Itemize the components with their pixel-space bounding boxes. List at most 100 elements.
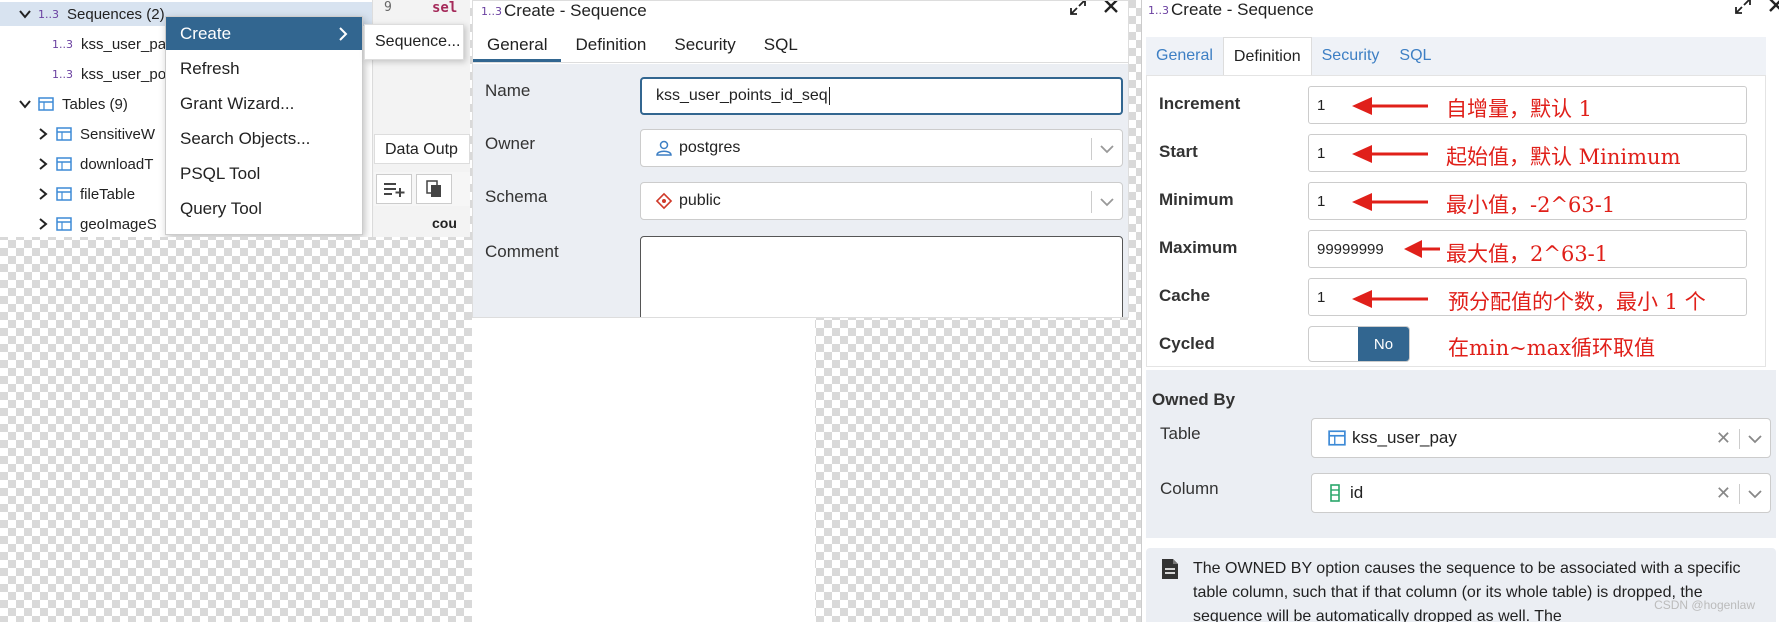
chevron-down-icon[interactable] xyxy=(1100,197,1114,207)
dialog-title: 1..3 Create - Sequence xyxy=(481,1,647,21)
owned-by-table-select[interactable]: kss_user_pay ✕ xyxy=(1311,418,1771,458)
table-icon xyxy=(56,127,72,141)
tab-label: Data Outp xyxy=(385,141,458,158)
annotation-note: 最大值，2^63-1 xyxy=(1446,242,1609,266)
menu-item-psql-tool[interactable]: PSQL Tool xyxy=(166,157,362,190)
schema-select[interactable]: public xyxy=(640,182,1123,220)
sequence-icon: 1..3 xyxy=(481,4,502,18)
annotation-arrow xyxy=(1352,145,1428,163)
tab-general[interactable]: General xyxy=(473,27,562,62)
table-label: Table xyxy=(1160,424,1201,443)
tree-item-label: SensitiveW xyxy=(80,125,156,143)
menu-item-create[interactable]: Create xyxy=(166,17,362,50)
name-input[interactable]: kss_user_points_id_seq xyxy=(640,77,1123,115)
menu-item-label: Create xyxy=(180,23,232,43)
submenu-item-sequence[interactable]: Sequence... xyxy=(364,24,464,60)
tab-security[interactable]: Security xyxy=(660,27,749,62)
annotation-note: 起始值，默认 Minimum xyxy=(1446,145,1681,169)
tab-sql[interactable]: SQL xyxy=(1389,37,1441,75)
start-value: 1 xyxy=(1317,144,1326,162)
maximize-icon[interactable] xyxy=(1735,0,1751,14)
close-icon[interactable] xyxy=(1769,0,1779,12)
toggle-state: No xyxy=(1358,327,1409,361)
tab-general[interactable]: General xyxy=(1146,37,1223,75)
tab-definition[interactable]: Definition xyxy=(1222,37,1312,75)
dialog-background xyxy=(472,318,815,622)
dialog-title-text: Create - Sequence xyxy=(1171,0,1314,19)
owner-select[interactable]: postgres xyxy=(640,129,1123,167)
sequence-icon: 1..3 xyxy=(1148,3,1169,17)
table-icon xyxy=(1328,430,1346,446)
info-text: The OWNED BY option causes the sequence … xyxy=(1193,560,1741,622)
chevron-down-icon[interactable] xyxy=(1100,144,1114,154)
chevron-down-icon[interactable] xyxy=(1748,489,1762,499)
menu-item-label: Sequence... xyxy=(375,33,461,50)
comment-textarea[interactable] xyxy=(640,236,1123,317)
chevron-down-icon[interactable] xyxy=(18,97,32,111)
tree-item-label: fileTable xyxy=(80,185,136,203)
owner-value: postgres xyxy=(679,139,741,156)
owned-by-title: Owned By xyxy=(1152,390,1236,409)
dialog-tabs: General Definition Security SQL xyxy=(473,27,1128,63)
column-value: id xyxy=(1350,483,1364,502)
general-form: Name kss_user_points_id_seq Owner postgr… xyxy=(473,64,1128,317)
tree-item-table[interactable]: downloadT xyxy=(36,152,153,176)
annotation-note: 预分配值的个数，最小 1 个 xyxy=(1448,290,1706,314)
chevron-right-icon[interactable] xyxy=(36,127,50,141)
annotation-note: 最小值，-2^63-1 xyxy=(1446,193,1616,217)
add-row-button[interactable] xyxy=(376,174,412,204)
menu-item-query-tool[interactable]: Query Tool xyxy=(166,192,362,225)
annotation-note: 自增量，默认 1 xyxy=(1446,97,1593,121)
user-icon xyxy=(656,140,672,156)
menu-item-grant-wizard[interactable]: Grant Wizard... xyxy=(166,87,362,120)
context-menu: Create Refresh Grant Wizard... Search Ob… xyxy=(165,16,363,235)
line-number: 9 xyxy=(384,0,392,15)
clear-icon[interactable]: ✕ xyxy=(1716,428,1731,449)
owned-by-column-select[interactable]: id ✕ xyxy=(1311,473,1771,513)
maximize-icon[interactable] xyxy=(1070,0,1086,15)
tree-item-table[interactable]: geoImageS xyxy=(36,212,157,236)
chevron-right-icon[interactable] xyxy=(36,157,50,171)
copy-icon xyxy=(426,180,441,197)
owner-label: Owner xyxy=(485,134,536,153)
cycled-toggle[interactable]: No xyxy=(1308,326,1410,362)
tab-data-output[interactable]: Data Outp xyxy=(374,134,470,164)
tree-item-sequence[interactable]: 1..3 kss_user_po xyxy=(52,62,166,86)
table-icon xyxy=(56,217,72,231)
tree-item-label: kss_user_pa xyxy=(81,35,167,53)
menu-item-refresh[interactable]: Refresh xyxy=(166,52,362,85)
cache-value: 1 xyxy=(1317,288,1326,306)
sql-keyword: sel xyxy=(432,0,458,16)
tab-definition[interactable]: Definition xyxy=(561,27,660,62)
owned-by-section: Owned By Table kss_user_pay ✕ Column id … xyxy=(1146,370,1776,538)
tab-security[interactable]: Security xyxy=(1312,37,1390,75)
chevron-right-icon xyxy=(339,27,348,41)
table-value: kss_user_pay xyxy=(1352,428,1457,447)
annotation-arrow xyxy=(1352,193,1428,211)
column-icon xyxy=(1330,484,1340,502)
close-icon[interactable] xyxy=(1104,0,1118,13)
chevron-down-icon[interactable] xyxy=(1748,434,1762,444)
copy-button[interactable] xyxy=(416,174,452,204)
menu-item-label: Query Tool xyxy=(180,198,262,218)
browser-tree-panel: 1..3 Sequences (2) 1..3 kss_user_pa 1..3… xyxy=(0,0,470,237)
sequence-icon: 1..3 xyxy=(52,37,73,51)
tab-sql[interactable]: SQL xyxy=(750,27,812,62)
clear-icon[interactable]: ✕ xyxy=(1716,483,1731,504)
increment-label: Increment xyxy=(1159,94,1241,113)
chevron-right-icon[interactable] xyxy=(36,187,50,201)
menu-item-search-objects[interactable]: Search Objects... xyxy=(166,122,362,155)
tree-item-tables[interactable]: Tables (9) xyxy=(18,92,128,116)
tree-item-label: geoImageS xyxy=(80,215,157,233)
create-sequence-dialog-general: 1..3 Create - Sequence General Definitio… xyxy=(472,0,1129,318)
schema-label: Schema xyxy=(485,187,548,206)
schema-icon xyxy=(655,192,673,210)
tree-item-table[interactable]: SensitiveW xyxy=(36,122,155,146)
cache-label: Cache xyxy=(1159,286,1211,305)
cycled-label: Cycled xyxy=(1159,334,1215,353)
chevron-right-icon[interactable] xyxy=(36,217,50,231)
sequence-icon: 1..3 xyxy=(38,7,59,21)
tree-item-table[interactable]: fileTable xyxy=(36,182,135,206)
chevron-down-icon[interactable] xyxy=(18,7,32,21)
tree-item-sequence[interactable]: 1..3 kss_user_pa xyxy=(52,32,166,56)
